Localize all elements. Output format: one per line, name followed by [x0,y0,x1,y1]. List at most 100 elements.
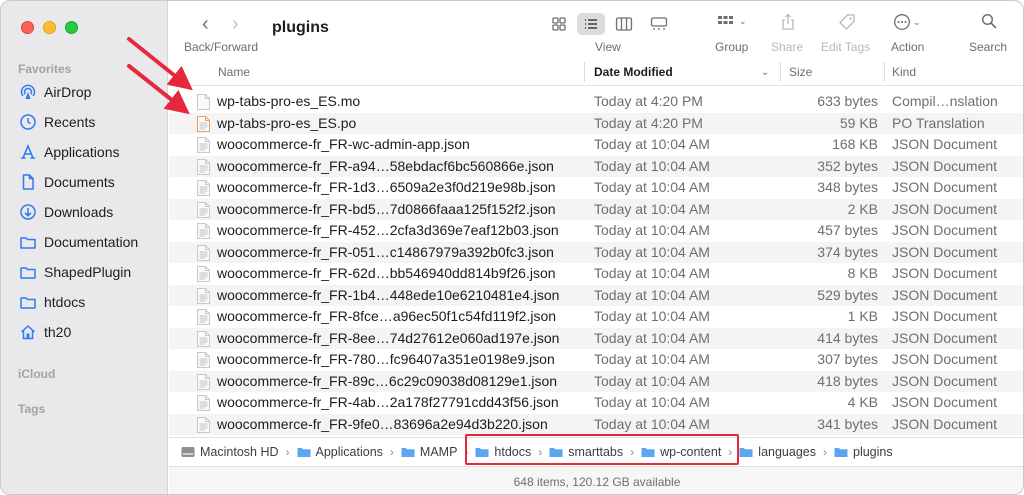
file-row[interactable]: woocommerce-fr_FR-051…c14867979a392b0fc3… [169,241,1023,263]
columns-icon [615,17,633,31]
file-kind: JSON Document [892,394,998,410]
sidebar-item-label: htdocs [44,294,86,310]
json-file-icon [197,137,210,153]
chevron-down-icon: ⌄ [913,16,921,27]
file-name: woocommerce-fr_FR-8fce…a96ec50f1c54fd119… [217,308,557,324]
path-item-mamp[interactable]: MAMP [401,444,458,459]
folder-icon [20,297,36,309]
file-date: Today at 10:04 AM [594,415,710,432]
file-row[interactable]: woocommerce-fr_FR-9fe0…83696a2e94d3b220.… [169,413,1023,435]
sidebar-item-htdocs[interactable]: htdocs [19,291,85,313]
file-row[interactable]: woocommerce-fr_FR-780…fc96407a351e0198e9… [169,349,1023,371]
file-kind: JSON Document [892,157,998,174]
file-kind: JSON Document [892,351,998,367]
share-label: Share [771,40,804,54]
search-button[interactable] [981,13,997,29]
group-icon [718,16,733,24]
group-button[interactable]: ⌄ [717,13,747,29]
file-row[interactable]: woocommerce-fr_FR-452…2cfa3d369e7eaf12b0… [169,220,1023,242]
action-button[interactable]: ⌄ [893,13,921,31]
hard-drive-icon [181,446,195,457]
column-divider[interactable] [780,62,781,82]
sidebar-item-label: Downloads [44,204,114,220]
file-row[interactable]: wp-tabs-pro-es_ES.mo Today at 4:20 PM 633 … [169,91,1023,113]
file-date: Today at 10:04 AM [594,329,710,346]
minimize-button[interactable] [43,21,56,34]
file-name: woocommerce-fr_FR-8ee…74d27612e060ad197e… [217,329,560,346]
sidebar-item-th20[interactable]: th20 [19,321,71,343]
file-kind: JSON Document [892,136,998,152]
share-button[interactable] [780,13,796,31]
file-size: 2 KB [847,200,878,217]
file-name: woocommerce-fr_FR-9fe0…83696a2e94d3b220.… [217,415,548,432]
forward-icon[interactable]: › [232,13,239,36]
sidebar-item-recents[interactable]: Recents [19,111,95,133]
column-kind[interactable]: Kind [892,65,916,79]
file-name: woocommerce-fr_FR-4ab…2a178f27791cdd43f5… [217,394,559,410]
file-row[interactable]: woocommerce-fr_FR-8ee…74d27612e060ad197e… [169,327,1023,349]
file-date: Today at 10:04 AM [594,179,710,195]
sidebar-item-label: Documentation [44,234,139,250]
file-row[interactable]: woocommerce-fr_FR-4ab…2a178f27791cdd43f5… [169,392,1023,414]
share-icon [782,13,794,30]
clock-icon [20,114,36,130]
column-size[interactable]: Size [789,65,812,79]
group-label: Group [715,40,749,54]
column-name[interactable]: Name [218,65,250,79]
back-icon[interactable]: ‹ [202,13,209,36]
sidebar-item-documentation[interactable]: Documentation [19,231,138,253]
file-row[interactable]: woocommerce-fr_FR-1d3…6509a2e3f0d219e98b… [169,177,1023,199]
file-kind: JSON Document [892,286,998,303]
edit-tags-button[interactable] [838,13,856,31]
file-row[interactable]: woocommerce-fr_FR-bd5…7d0866faaa125f152f… [169,198,1023,220]
sidebar-item-airdrop[interactable]: AirDrop [19,81,91,103]
sort-chevron-icon[interactable]: ⌄ [761,67,769,78]
file-row[interactable]: woocommerce-fr_FR-62d…bb546940dd814b9f26… [169,263,1023,285]
file-name: woocommerce-fr_FR-89c…6c29c09038d08129e1… [217,372,558,389]
column-divider[interactable] [584,62,585,82]
chevron-right-icon: › [389,444,394,459]
sidebar-item-shapedplugin[interactable]: ShapedPlugin [19,261,131,283]
file-row[interactable]: woocommerce-fr_FR-8fce…a96ec50f1c54fd119… [169,306,1023,328]
path-item-label: MAMP [419,444,458,459]
sidebar-item-downloads[interactable]: Downloads [19,201,113,223]
file-size: 8 KB [847,265,878,281]
gallery-view-button[interactable] [645,13,673,35]
sidebar-item-label: Recents [44,114,96,130]
file-row[interactable]: woocommerce-fr_FR-1b4…448ede10e6210481e4… [169,284,1023,306]
file-row[interactable]: wp-tabs-pro-es_ES.po Today at 4:20 PM 59 K… [169,112,1023,134]
folder-icon [834,447,848,457]
file-size: 4 KB [847,394,878,410]
json-file-icon [197,287,210,304]
path-item-macintosh-hd[interactable]: Macintosh HD [181,445,279,459]
po-file-icon [197,115,210,132]
file-row[interactable]: woocommerce-fr_FR-wc-admin-app.json Today… [169,134,1023,156]
file-kind: JSON Document [892,179,998,195]
chevron-right-icon: › [823,444,827,459]
file-row[interactable]: woocommerce-fr_FR-a94…58ebdacf6bc560866e… [169,155,1023,177]
path-item-label: Applications [315,444,383,459]
sidebar-item-applications[interactable]: Applications [19,141,120,163]
list-view-button[interactable] [577,13,605,35]
icon-view-button[interactable] [545,13,573,35]
sidebar-item-label: Applications [44,144,120,160]
path-item-plugins[interactable]: plugins [834,445,893,459]
path-item-applications[interactable]: Applications [297,445,383,459]
file-row[interactable]: woocommerce-fr_FR-89c…6c29c09038d08129e1… [169,370,1023,392]
file-name: woocommerce-fr_FR-62d…bb546940dd814b9f26… [217,265,556,281]
column-divider[interactable] [884,62,885,82]
file-date: Today at 10:04 AM [594,265,710,281]
column-date-modified[interactable]: Date Modified [594,65,673,79]
column-view-button[interactable] [610,13,638,35]
file-size: 168 KB [832,136,878,152]
sidebar-item-documents[interactable]: Documents [19,171,115,193]
zoom-button[interactable] [65,21,78,34]
path-item-languages[interactable]: languages [739,445,816,459]
file-kind: JSON Document [892,415,998,432]
file-size: 59 KB [839,114,878,131]
folder-icon [401,447,415,457]
sidebar-section-icloud: iCloud [18,367,56,381]
sidebar-section-tags: Tags [18,402,46,416]
close-button[interactable] [21,21,34,34]
file-date: Today at 10:04 AM [594,157,710,174]
